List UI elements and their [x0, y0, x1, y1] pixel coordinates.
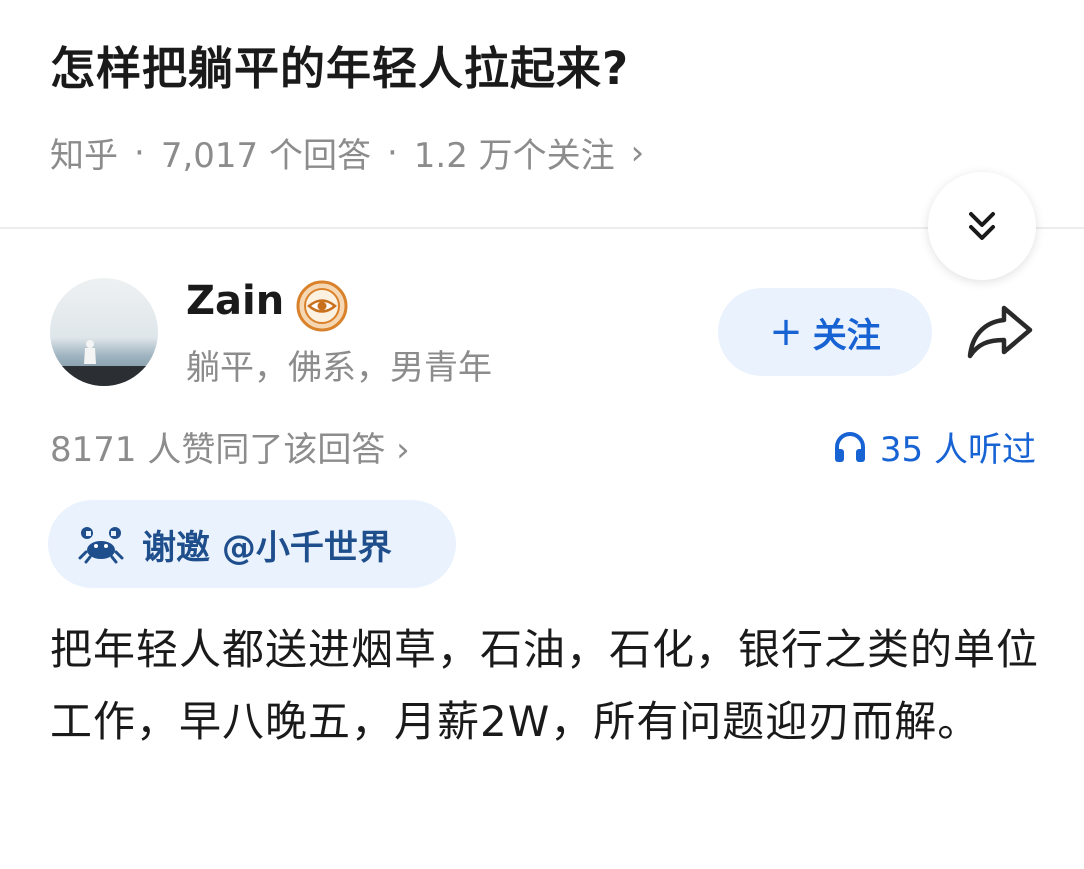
- listeners-count: 35 人听过: [879, 430, 1036, 470]
- avatar[interactable]: [50, 278, 158, 386]
- source-label: 知乎: [50, 136, 118, 176]
- follow-button[interactable]: + 关注: [718, 288, 932, 376]
- divider: [0, 227, 1084, 229]
- follow-label: 关注: [812, 315, 881, 356]
- eye-badge-icon[interactable]: [296, 280, 348, 332]
- meta-separator: ·: [134, 132, 145, 173]
- collapse-button[interactable]: [928, 172, 1036, 280]
- share-button[interactable]: [964, 300, 1036, 366]
- meta-separator: ·: [386, 132, 398, 173]
- question-title[interactable]: 怎样把躺平的年轻人拉起来?: [50, 32, 629, 97]
- author-name[interactable]: Zain: [186, 278, 284, 324]
- plus-icon: +: [769, 309, 803, 355]
- headphones-icon: [834, 431, 865, 462]
- answers-count: 7,017 个回答: [160, 136, 371, 176]
- crab-icon: [78, 527, 124, 564]
- chevron-right-icon: ›: [630, 132, 645, 173]
- avatar-image: [50, 278, 158, 386]
- invite-tag[interactable]: 谢邀 @小千世界: [48, 500, 456, 588]
- answer-page: 怎样把躺平的年轻人拉起来? 知乎 · 7,017 个回答 · 1.2 万个关注 …: [0, 0, 1084, 869]
- followers-count: 1.2 万个关注: [413, 136, 615, 176]
- author-bio: 躺平，佛系，男青年: [186, 348, 492, 388]
- invite-label: 谢邀 @小千世界: [142, 527, 392, 568]
- question-meta[interactable]: 知乎 · 7,017 个回答 · 1.2 万个关注 ›: [50, 128, 644, 177]
- votes-count[interactable]: 8171 人赞同了该回答 ›: [50, 422, 410, 471]
- double-chevron-down-icon: [969, 212, 995, 240]
- answer-body[interactable]: 把年轻人都送进烟草，石油，石化，银行之类的单位工作，早八晚五，月薪2W，所有问题…: [50, 614, 1040, 758]
- listeners-link[interactable]: 35 人听过: [832, 422, 1036, 471]
- share-arrow-icon: [967, 305, 1033, 359]
